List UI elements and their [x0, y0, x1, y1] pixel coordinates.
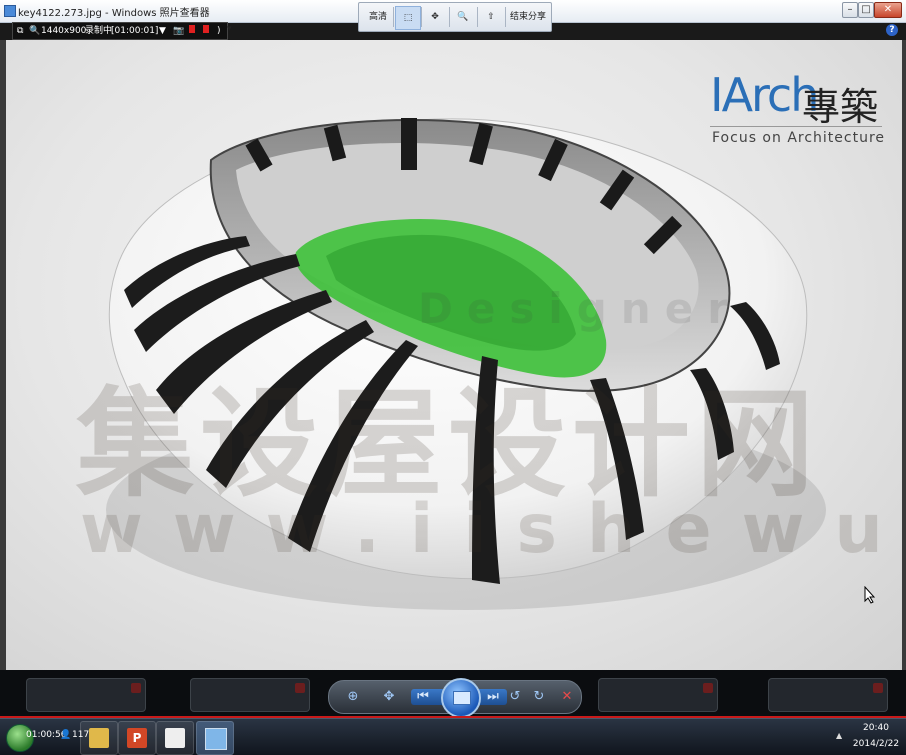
- photo-viewer-app-icon: [4, 5, 16, 17]
- watermark-designer: Designer: [418, 284, 742, 333]
- pointer-icon[interactable]: ⇧: [479, 6, 503, 28]
- powerpoint-icon: P: [127, 728, 147, 748]
- zoom-icon[interactable]: 🔍: [29, 23, 40, 39]
- thumbnail-3[interactable]: [598, 678, 718, 712]
- logo-chinese-text: 專築: [802, 85, 879, 129]
- record-divider-icon: ): [217, 26, 221, 36]
- select-region-icon[interactable]: ⬚: [395, 6, 421, 30]
- windows-taskbar: 01:00:56 👤 117 P ▲ 20:40 2014/2/22: [0, 718, 906, 755]
- thumbnail-1[interactable]: [26, 678, 146, 712]
- recorder-menu-arrow-icon[interactable]: ▾: [227, 24, 232, 34]
- tray-expand-icon[interactable]: ▲: [836, 731, 842, 740]
- taskbar-app-3[interactable]: [156, 721, 194, 755]
- logo-tagline: Focus on Architecture: [712, 130, 886, 146]
- zoom-icon[interactable]: 🔍: [451, 6, 475, 28]
- delete-icon[interactable]: ✕: [557, 687, 577, 707]
- rotate-right-icon[interactable]: ↻: [529, 687, 549, 707]
- recorder-status: 录制中: [85, 26, 113, 36]
- taskbar-powerpoint[interactable]: P: [118, 721, 156, 755]
- minimize-button[interactable]: –: [842, 2, 858, 18]
- image-viewer-canvas[interactable]: Designer 集设屋设计网 www.iishewu.com IArch 專築…: [6, 40, 902, 670]
- actual-size-icon[interactable]: ✥: [379, 687, 399, 707]
- share-toolbar: 高清 ⬚ ✥ 🔍 ⇧ 结束分享: [358, 2, 552, 32]
- slideshow-icon: [453, 691, 471, 705]
- recorder-size: 1440x900: [41, 26, 87, 36]
- rotate-left-icon[interactable]: ↺: [505, 687, 525, 707]
- camera-icon[interactable]: 📷: [173, 23, 184, 39]
- window-title: key4122.273.jpg - Windows 照片查看器: [18, 8, 210, 19]
- pause-record-button[interactable]: [189, 23, 195, 39]
- taskbar-explorer[interactable]: [80, 721, 118, 755]
- clock-time[interactable]: 20:40: [856, 723, 896, 733]
- stop-record-button[interactable]: [203, 23, 209, 39]
- mouse-cursor-icon: [864, 586, 876, 604]
- viewer-right-border: [902, 40, 906, 670]
- dropdown-arrow-icon[interactable]: ▼: [159, 23, 166, 39]
- close-button[interactable]: ✕: [874, 2, 902, 18]
- slideshow-button[interactable]: [441, 678, 481, 718]
- screen-recorder-bar: ⧉ 🔍 1440x900 录制中 [01:00:01] ▼ 📷 ): [12, 22, 228, 40]
- viewer-controls-strip: ⊕ ✥ ⏮ ⏭ ↺ ↻ ✕: [0, 670, 906, 718]
- taskbar-photo-viewer[interactable]: [196, 721, 234, 755]
- folder-icon: [89, 728, 109, 748]
- help-icon[interactable]: ?: [886, 24, 898, 36]
- recorder-time: [01:00:01]: [111, 26, 159, 36]
- zoom-icon[interactable]: ⊕: [343, 687, 363, 707]
- playback-control-bar: ⊕ ✥ ⏮ ⏭ ↺ ↻ ✕: [328, 678, 582, 718]
- maximize-button[interactable]: □: [858, 2, 874, 18]
- person-icon: 👤: [60, 730, 72, 740]
- next-icon[interactable]: ⏭: [483, 687, 503, 707]
- previous-icon[interactable]: ⏮: [413, 687, 433, 707]
- app-icon: [165, 728, 185, 748]
- watermark-url: www.iishewu.com: [80, 490, 902, 569]
- move-icon[interactable]: ✥: [423, 6, 447, 28]
- end-share-button[interactable]: 结束分享: [507, 6, 549, 28]
- window-icon[interactable]: ⧉: [17, 23, 23, 39]
- clock-date[interactable]: 2014/2/22: [848, 739, 904, 749]
- hd-button[interactable]: 高清: [363, 6, 393, 28]
- logo-divider: [710, 126, 882, 127]
- thumbnail-4[interactable]: [768, 678, 888, 712]
- photo-viewer-icon: [205, 728, 227, 750]
- thumbnail-2[interactable]: [190, 678, 310, 712]
